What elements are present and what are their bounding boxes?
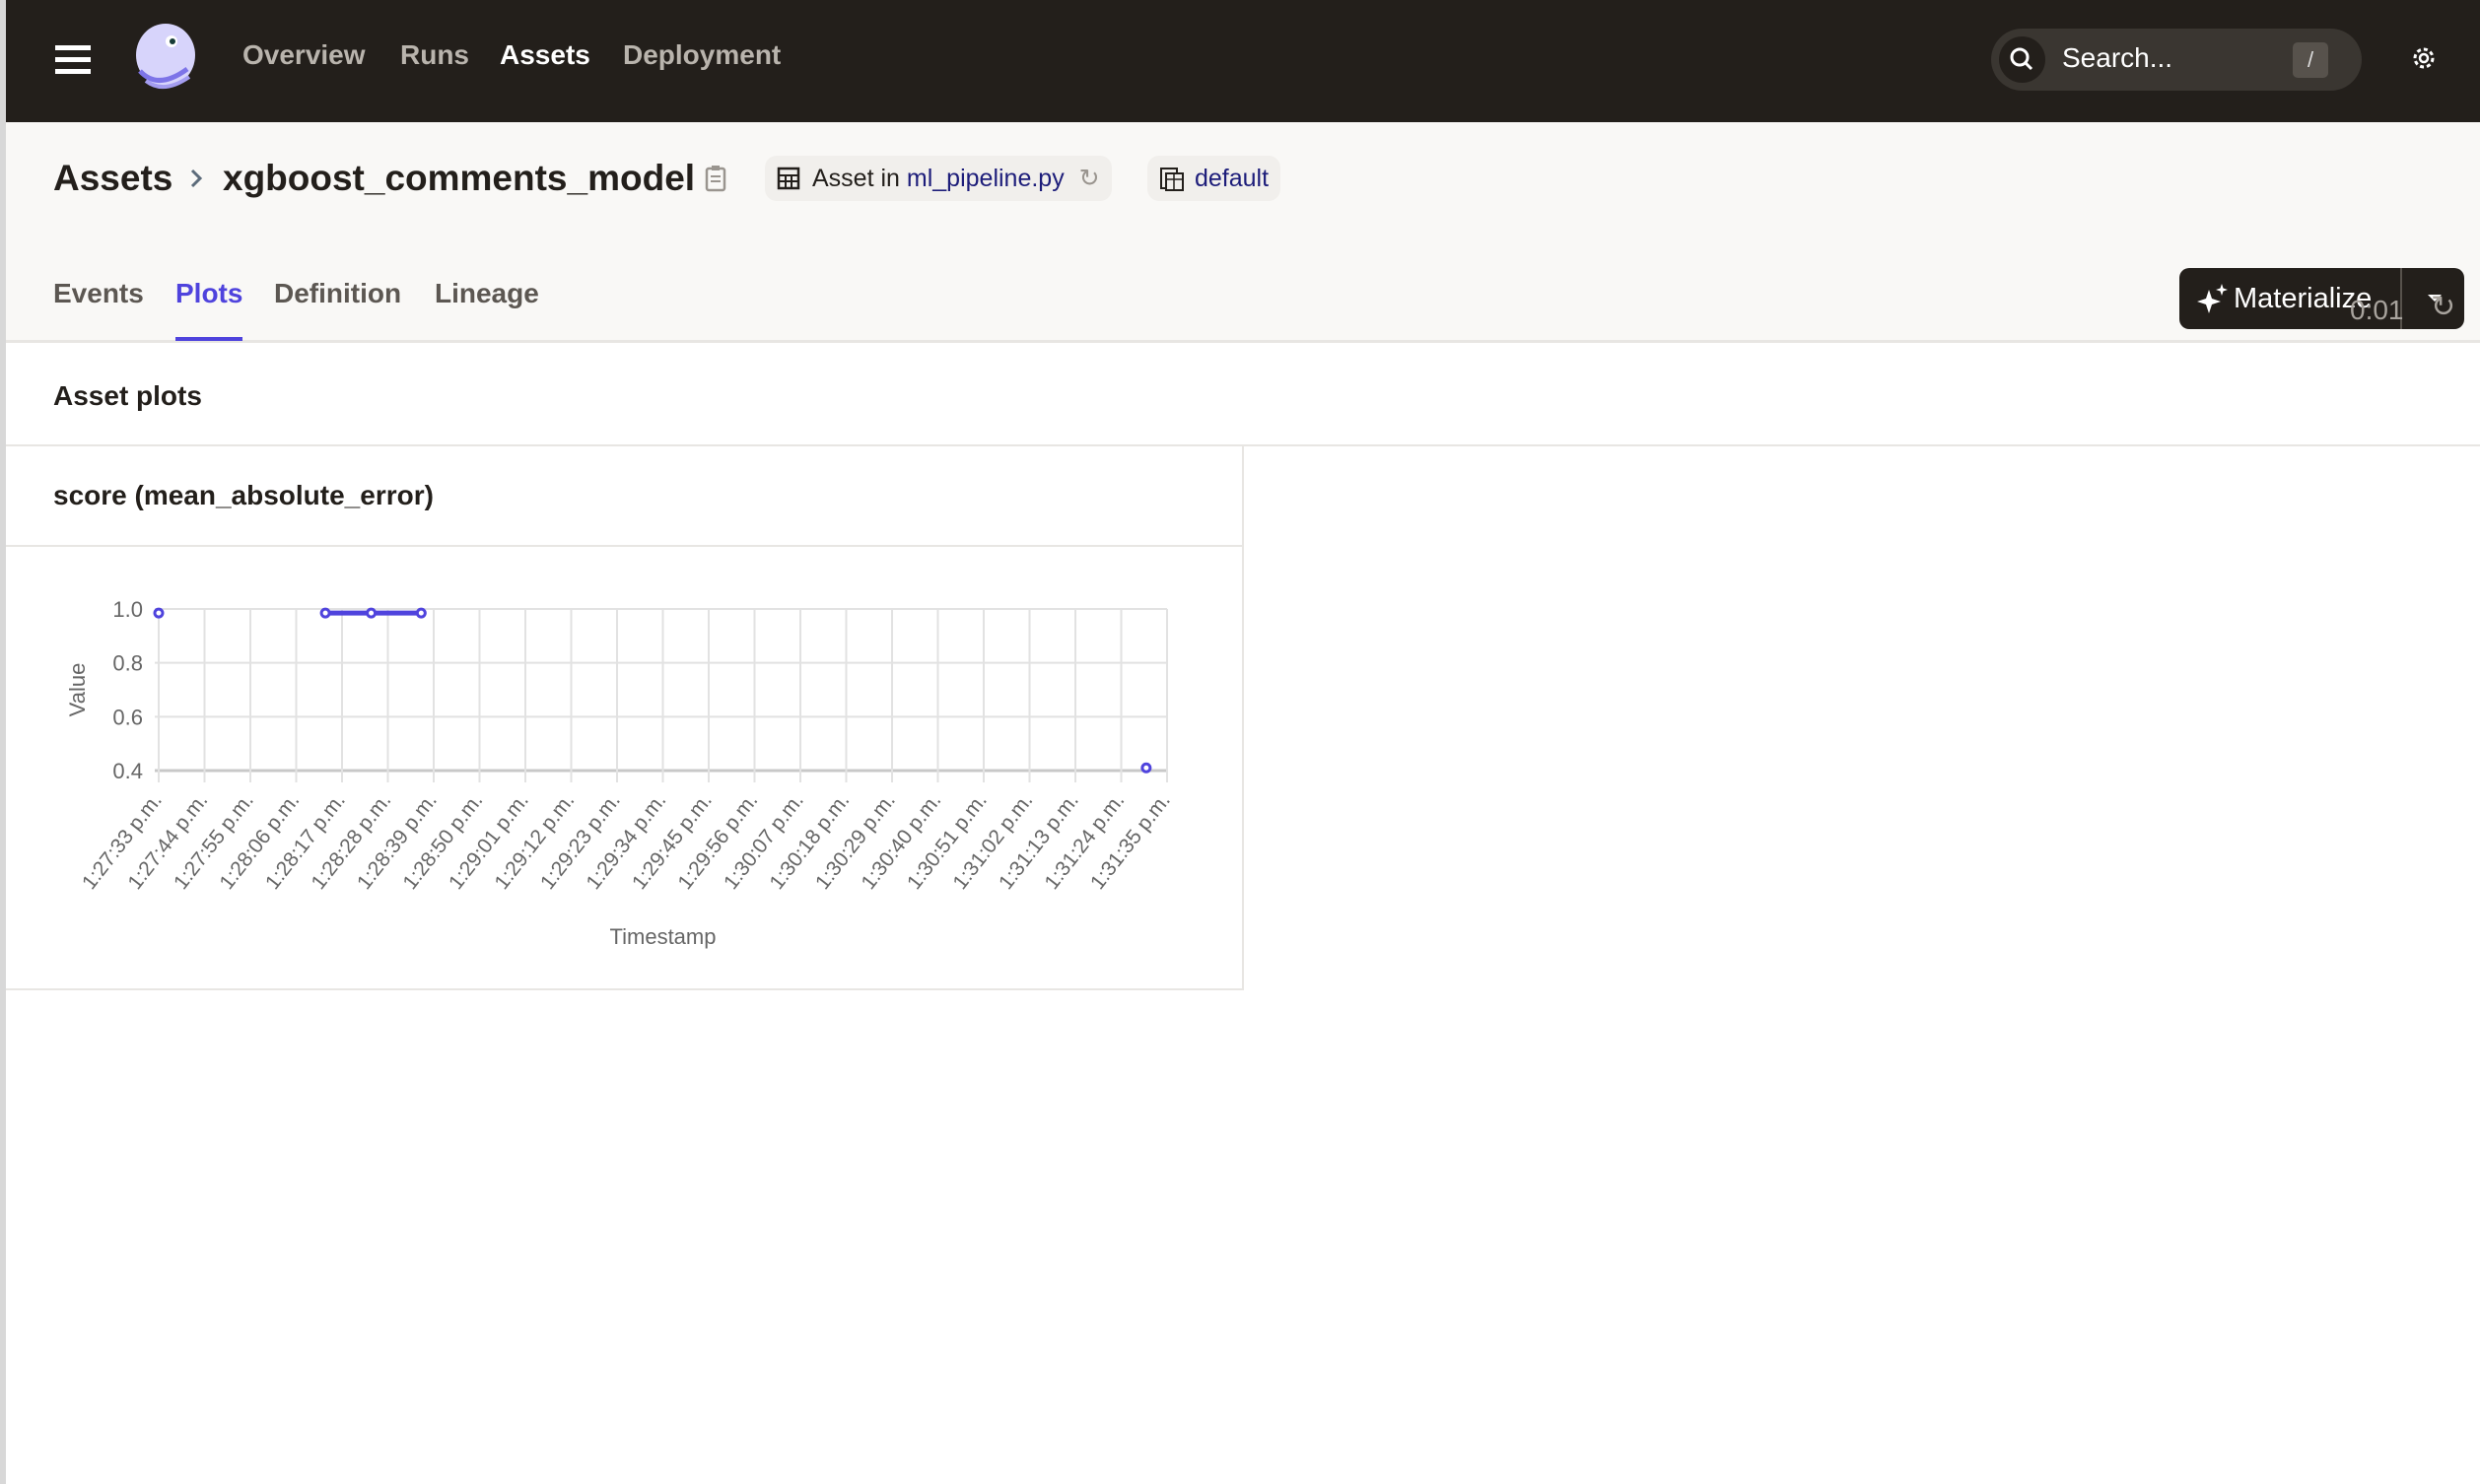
y-tick-label: 0.4 bbox=[112, 759, 143, 783]
dagster-logo[interactable] bbox=[128, 22, 203, 97]
data-point bbox=[153, 607, 165, 619]
active-tab-indicator bbox=[175, 337, 242, 341]
data-point bbox=[319, 607, 331, 619]
top-nav-bar: Overview Runs Assets Deployment Search..… bbox=[6, 0, 2480, 122]
asset-file-link[interactable]: ml_pipeline.py bbox=[907, 165, 1065, 192]
table-icon bbox=[777, 167, 800, 190]
data-point bbox=[366, 607, 378, 619]
nav-runs[interactable]: Runs bbox=[400, 39, 469, 71]
code-location-tag: default bbox=[1147, 156, 1281, 201]
menu-icon[interactable] bbox=[55, 45, 91, 75]
page-title: xgboost_comments_model bbox=[223, 158, 696, 198]
search-icon bbox=[1999, 36, 2045, 83]
refresh-icon[interactable]: ↻ bbox=[2431, 290, 2455, 324]
asset-header: Assets xgboost_comments_model Asset in m… bbox=[6, 122, 2480, 343]
y-tick-label: 1.0 bbox=[112, 597, 143, 622]
section-title: Asset plots bbox=[53, 380, 202, 411]
nav-assets[interactable]: Assets bbox=[500, 39, 590, 71]
copy-clipboard-icon[interactable] bbox=[704, 164, 727, 193]
search-shortcut-badge: / bbox=[2293, 42, 2328, 78]
nav-deployment[interactable]: Deployment bbox=[623, 39, 781, 71]
tab-lineage[interactable]: Lineage bbox=[435, 278, 539, 309]
code-location-link[interactable]: default bbox=[1195, 165, 1269, 192]
tab-events[interactable]: Events bbox=[53, 278, 144, 309]
code-location-icon bbox=[1160, 168, 1184, 191]
refresh-countdown: 0:01 bbox=[2350, 295, 2404, 325]
data-point bbox=[415, 607, 427, 619]
tab-definition[interactable]: Definition bbox=[274, 278, 401, 309]
tab-plots[interactable]: Plots bbox=[175, 278, 242, 309]
settings-gear-icon[interactable] bbox=[2409, 43, 2439, 73]
y-tick-label: 0.6 bbox=[112, 705, 143, 729]
y-axis-label: Value bbox=[65, 663, 90, 717]
line-chart: 0.40.60.81.01:27:33 p.m.1:27:44 p.m.1:27… bbox=[65, 597, 1175, 949]
breadcrumb-assets[interactable]: Assets bbox=[53, 158, 172, 199]
nav-overview[interactable]: Overview bbox=[242, 39, 366, 71]
reload-definitions-icon[interactable]: ↻ bbox=[1079, 165, 1100, 192]
search-input[interactable]: Search... / bbox=[1991, 29, 2362, 91]
asset-in-label: Asset in bbox=[812, 165, 900, 192]
chevron-right-icon bbox=[190, 169, 203, 188]
materialize-button[interactable]: Materialize bbox=[2179, 268, 2464, 329]
x-axis-label: Timestamp bbox=[610, 924, 717, 949]
sparkles-icon bbox=[2197, 284, 2228, 313]
plot-card: score (mean_absolute_error) 0.4 0.6 0.8 1.0… bbox=[6, 446, 1244, 990]
y-tick-label: 0.8 bbox=[112, 651, 143, 676]
asset-location-tag: Asset in ml_pipeline.py ↻ bbox=[765, 156, 1112, 201]
search-placeholder: Search... bbox=[2062, 42, 2173, 73]
section-header: Asset plots bbox=[6, 343, 2480, 446]
data-point bbox=[1140, 762, 1152, 774]
